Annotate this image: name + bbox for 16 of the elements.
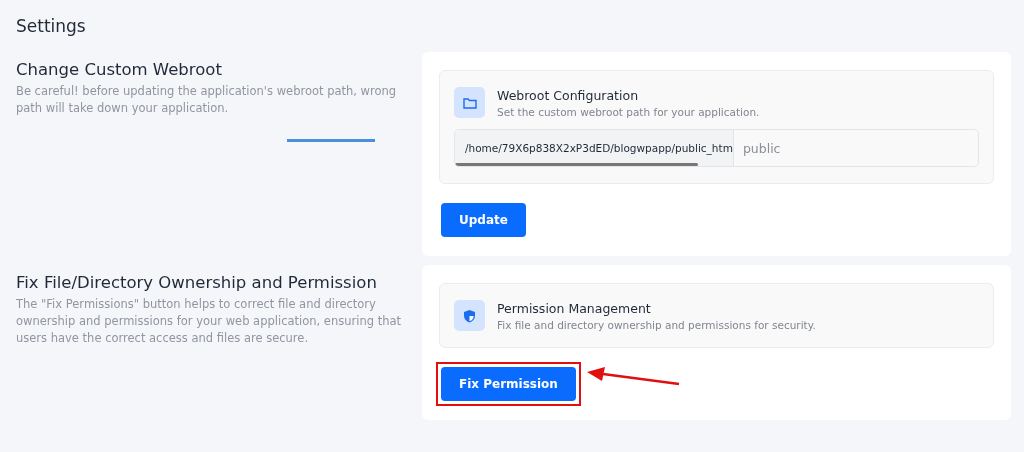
- webroot-field[interactable]: /home/79X6p838X2xP3dED/blogwpapp/public_htm public: [454, 129, 979, 167]
- page-title: Settings: [16, 16, 87, 36]
- action-button[interactable]: Update: [441, 203, 526, 237]
- panel-title: Webroot Configuration: [497, 87, 640, 103]
- path-prefix: /home/79X6p838X2xP3dED/blogwpapp/public_htm: [455, 130, 734, 166]
- panel-title: Permission Management: [497, 300, 652, 316]
- scrollbar[interactable]: [455, 163, 698, 166]
- panel-subtitle: Fix file and directory ownership and permissions for security.: [497, 318, 816, 331]
- shield-icon: [463, 308, 476, 323]
- folder-icon: [462, 96, 477, 109]
- section-title: Change Custom Webroot: [16, 60, 223, 79]
- section-description: Be careful! before updating the application's webroot path, wrong path will take down your application.: [16, 83, 398, 117]
- panel-subtitle: Set the custom webroot path for your application.: [497, 105, 760, 118]
- section-title: Fix File/Directory Ownership and Permission: [16, 273, 378, 292]
- section-description: The "Fix Permissions" button helps to correct file and directory ownership and permissions for your web application, ensuring that users have the correct access and files are secure.: [16, 296, 403, 347]
- action-button[interactable]: Fix Permission: [441, 367, 576, 401]
